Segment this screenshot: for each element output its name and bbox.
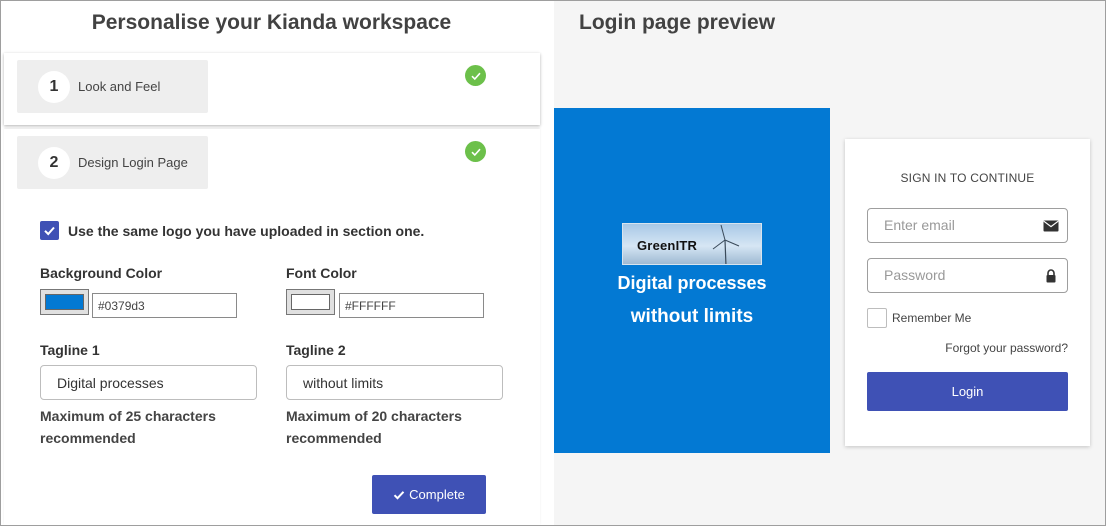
tagline2-hint: Maximum of 20 characters recommended (286, 408, 462, 446)
complete-button[interactable]: Complete (372, 475, 486, 514)
lock-icon (1046, 269, 1056, 283)
font-color-input[interactable] (339, 293, 484, 318)
same-logo-checkbox[interactable] (40, 221, 59, 240)
remember-me-option[interactable]: Remember Me (867, 308, 971, 328)
check-circle-icon (465, 65, 486, 86)
step-number: 1 (38, 70, 70, 103)
password-field[interactable]: Password (867, 258, 1068, 293)
envelope-icon (1043, 220, 1059, 232)
company-logo: GreenITR (622, 223, 762, 265)
section-look-and-feel[interactable]: 1 Look and Feel (4, 53, 540, 125)
tagline2-label: Tagline 2 (286, 342, 346, 358)
email-placeholder: Enter email (884, 217, 955, 233)
complete-button-label: Complete (409, 487, 465, 502)
step-label: Look and Feel (78, 79, 161, 94)
forgot-password-link[interactable]: Forgot your password? (945, 341, 1068, 355)
check-circle-icon (465, 141, 486, 162)
wind-turbine-icon (712, 224, 740, 264)
logo-text: GreenITR (637, 238, 698, 253)
same-logo-option[interactable]: Use the same logo you have uploaded in s… (40, 221, 424, 240)
background-color-swatch (45, 294, 84, 310)
tagline1-hint: Maximum of 25 characters recommended (40, 408, 216, 446)
preview-tagline2: without limits (630, 306, 754, 327)
font-color-swatch (291, 294, 330, 310)
section-design-login-page: 2 Design Login Page Use the same logo yo… (4, 129, 540, 525)
background-color-picker[interactable] (40, 289, 89, 315)
background-color-label: Background Color (40, 265, 163, 281)
email-field[interactable]: Enter email (867, 208, 1068, 243)
login-button[interactable]: Login (867, 372, 1068, 411)
same-logo-label: Use the same logo you have uploaded in s… (68, 222, 425, 239)
step-label: Design Login Page (78, 155, 188, 170)
check-icon (393, 490, 405, 500)
font-color-label: Font Color (286, 265, 357, 281)
login-form-preview: SIGN IN TO CONTINUE Enter email Password… (845, 139, 1090, 446)
tagline2-input[interactable] (286, 365, 503, 400)
remember-me-label: Remember Me (892, 311, 972, 325)
preview-title: Login page preview (579, 11, 776, 34)
font-color-picker[interactable] (286, 289, 335, 315)
background-color-input[interactable] (92, 293, 237, 318)
remember-me-checkbox[interactable] (867, 308, 887, 328)
check-icon (44, 226, 55, 236)
page-title: Personalise your Kianda workspace (91, 11, 452, 34)
step-header-2[interactable]: 2 Design Login Page (17, 136, 208, 189)
signin-heading: SIGN IN TO CONTINUE (900, 171, 1035, 185)
preview-brand-panel: GreenITR Digital processes without limit… (554, 108, 830, 453)
tagline1-input[interactable] (40, 365, 257, 400)
settings-panel: Personalise your Kianda workspace 1 Look… (1, 1, 554, 525)
preview-tagline1: Digital processes (617, 273, 767, 293)
step-number: 2 (38, 146, 70, 179)
password-placeholder: Password (884, 267, 946, 283)
tagline1-label: Tagline 1 (40, 342, 100, 358)
step-header-1[interactable]: 1 Look and Feel (17, 60, 208, 113)
